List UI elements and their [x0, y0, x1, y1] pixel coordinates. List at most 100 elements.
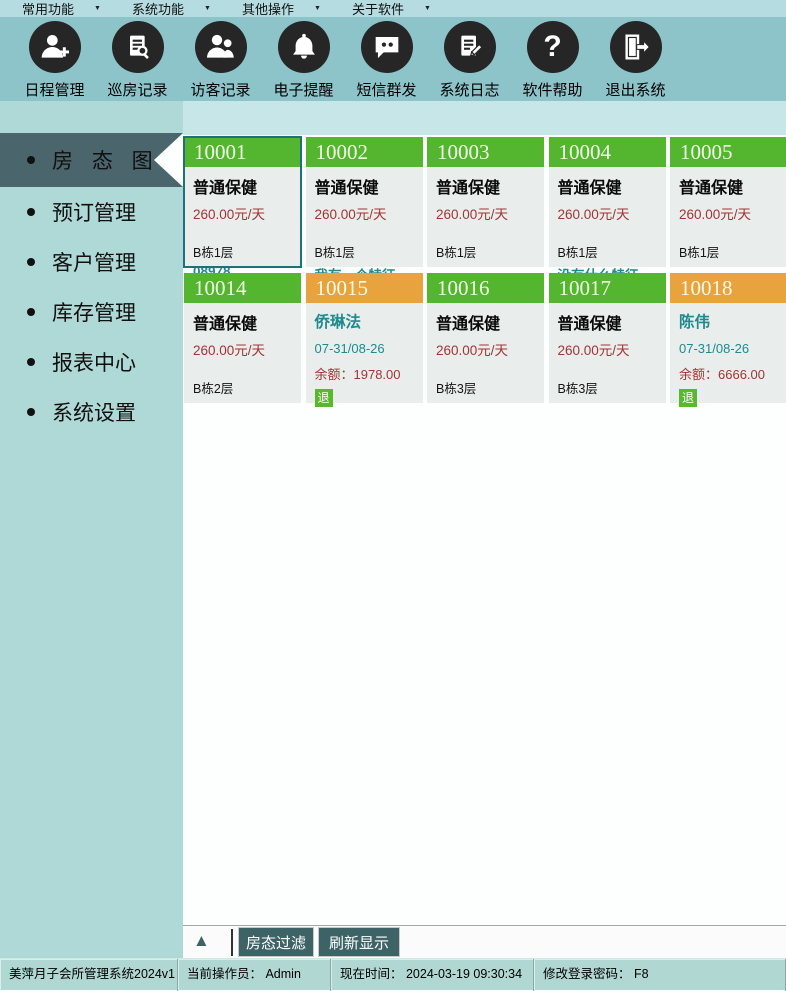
room-type: 普通保健	[558, 174, 657, 198]
room-price: 260.00元/天	[558, 203, 657, 223]
toolbar-sms-button[interactable]: 短信群发	[345, 17, 428, 101]
room-floor: B栋1层	[315, 242, 414, 261]
selected-arrow-icon	[154, 133, 183, 187]
document-edit-icon	[444, 21, 496, 73]
room-number: 10017	[549, 273, 666, 303]
toolbar-help-button[interactable]: ? 软件帮助	[511, 17, 594, 101]
guest-name: 侨琳法	[315, 310, 414, 332]
menu-label: 关于软件	[352, 0, 414, 18]
balance: 余额：1978.00	[315, 364, 414, 383]
room-floor: B栋1层	[193, 242, 292, 261]
stay-dates: 07-31/08-26	[679, 341, 778, 356]
current-operator-label: 当前操作员： Admin	[178, 959, 331, 991]
chevron-down-icon: ▼	[314, 5, 321, 12]
bullet-icon	[27, 308, 35, 316]
sidebar-item-system-settings[interactable]: 系统设置	[0, 387, 183, 437]
room-number: 10003	[427, 137, 544, 167]
collapse-up-icon[interactable]: ▲	[193, 931, 210, 951]
room-price: 260.00元/天	[679, 203, 778, 223]
menu-label: 常用功能	[22, 0, 84, 18]
bottom-action-bar: ▲ 房态过滤 刷新显示	[183, 925, 786, 958]
room-card-10001[interactable]: 10001 普通保健 260.00元/天 B栋1层 08978	[184, 137, 301, 267]
menu-about-software[interactable]: 关于软件 ▼	[352, 0, 462, 18]
room-type: 普通保健	[436, 174, 535, 198]
room-number: 10014	[184, 273, 301, 303]
menu-common-functions[interactable]: 常用功能 ▼	[22, 0, 132, 18]
room-card-10016[interactable]: 10016 普通保健 260.00元/天 B栋3层	[427, 273, 544, 403]
sidebar-item-label: 系统设置	[52, 397, 136, 427]
room-card-10014[interactable]: 10014 普通保健 260.00元/天 B栋2层	[184, 273, 301, 403]
toolbar-label: 软件帮助	[522, 79, 582, 100]
room-status-panel: 10001 普通保健 260.00元/天 B栋1层 08978 10002 普通…	[183, 135, 786, 925]
toolbar-visitor-log-button[interactable]: 访客记录	[179, 17, 262, 101]
toolbar-room-patrol-button[interactable]: 巡房记录	[96, 17, 179, 101]
sidebar-item-label: 报表中心	[52, 347, 136, 377]
room-card-10005[interactable]: 10005 普通保健 260.00元/天 B栋1层	[670, 137, 786, 267]
sidebar-item-customer-management[interactable]: 客户管理	[0, 237, 183, 287]
bullet-icon	[27, 408, 35, 416]
sidebar-item-label: 预订管理	[52, 197, 136, 227]
sidebar-item-label: 客户管理	[52, 247, 136, 277]
balance: 余额：6666.00	[679, 364, 778, 383]
room-card-10017[interactable]: 10017 普通保健 260.00元/天 B栋3层	[549, 273, 666, 403]
room-price: 260.00元/天	[193, 339, 292, 359]
stay-dates: 07-31/08-26	[315, 341, 414, 356]
current-time-label: 现在时间： 2024-03-19 09:30:34	[331, 959, 534, 991]
room-number: 10018	[670, 273, 786, 303]
chevron-down-icon: ▼	[424, 5, 431, 12]
room-card-10015[interactable]: 10015 侨琳法 07-31/08-26 余额：1978.00 退	[306, 273, 423, 403]
app-version-label: 美萍月子会所管理系统2024v1	[0, 959, 178, 991]
menu-bar: 常用功能 ▼ 系统功能 ▼ 其他操作 ▼ 关于软件 ▼	[0, 0, 786, 17]
sidebar-item-room-status-map[interactable]: 房 态 图	[0, 133, 183, 187]
change-password-hint: 修改登录密码： F8	[534, 959, 786, 991]
menu-label: 其他操作	[242, 0, 304, 18]
chevron-down-icon: ▼	[204, 5, 211, 12]
room-card-10003[interactable]: 10003 普通保健 260.00元/天 B栋1层	[427, 137, 544, 267]
toolbar: 日程管理 巡房记录 访客记录 电子提醒 短信群发	[0, 17, 786, 101]
sidebar-item-reservation-management[interactable]: 预订管理	[0, 187, 183, 237]
sidebar-item-inventory-management[interactable]: 库存管理	[0, 287, 183, 337]
toolbar-reminder-button[interactable]: 电子提醒	[262, 17, 345, 101]
menu-other-operations[interactable]: 其他操作 ▼	[242, 0, 352, 18]
room-price: 260.00元/天	[436, 339, 535, 359]
header-spacer-band	[183, 101, 786, 135]
bell-reminder-icon	[278, 21, 330, 73]
checkout-badge[interactable]: 退	[679, 389, 697, 407]
toolbar-exit-button[interactable]: 退出系统	[594, 17, 677, 101]
room-price: 260.00元/天	[558, 339, 657, 359]
visitors-people-icon	[195, 21, 247, 73]
toolbar-label: 巡房记录	[107, 79, 167, 100]
toolbar-schedule-button[interactable]: 日程管理	[13, 17, 96, 101]
sidebar-item-report-center[interactable]: 报表中心	[0, 337, 183, 387]
room-card-10018[interactable]: 10018 陈伟 07-31/08-26 余额：6666.00 退	[670, 273, 786, 403]
room-price: 260.00元/天	[193, 203, 292, 223]
sidebar: 房 态 图 预订管理 客户管理 库存管理 报表中心 系统设置	[0, 101, 183, 958]
schedule-person-add-icon	[29, 21, 81, 73]
document-search-icon	[112, 21, 164, 73]
room-number: 10015	[306, 273, 423, 303]
status-bar: 美萍月子会所管理系统2024v1 当前操作员： Admin 现在时间： 2024…	[0, 958, 786, 990]
toolbar-label: 访客记录	[190, 79, 250, 100]
toolbar-label: 系统日志	[439, 79, 499, 100]
room-type: 普通保健	[679, 174, 778, 198]
guest-name: 陈伟	[679, 310, 778, 332]
toolbar-system-log-button[interactable]: 系统日志	[428, 17, 511, 101]
room-type: 普通保健	[193, 310, 292, 334]
bullet-icon	[27, 208, 35, 216]
room-price: 260.00元/天	[436, 203, 535, 223]
room-floor: B栋3层	[558, 378, 657, 397]
bullet-icon	[27, 258, 35, 266]
room-card-10004[interactable]: 10004 普通保健 260.00元/天 B栋1层 没有什么特征	[549, 137, 666, 267]
menu-system-functions[interactable]: 系统功能 ▼	[132, 0, 242, 18]
checkout-badge[interactable]: 退	[315, 389, 333, 407]
room-filter-button[interactable]: 房态过滤	[238, 927, 314, 957]
bullet-icon	[27, 156, 35, 164]
toolbar-label: 电子提醒	[273, 79, 333, 100]
refresh-display-button[interactable]: 刷新显示	[318, 927, 400, 957]
chevron-down-icon: ▼	[94, 5, 101, 12]
room-number: 10004	[549, 137, 666, 167]
sms-bubble-icon	[361, 21, 413, 73]
question-mark-icon: ?	[527, 21, 579, 73]
room-card-10002[interactable]: 10002 普通保健 260.00元/天 B栋1层 我有一个特征	[306, 137, 423, 267]
room-type: 普通保健	[558, 310, 657, 334]
